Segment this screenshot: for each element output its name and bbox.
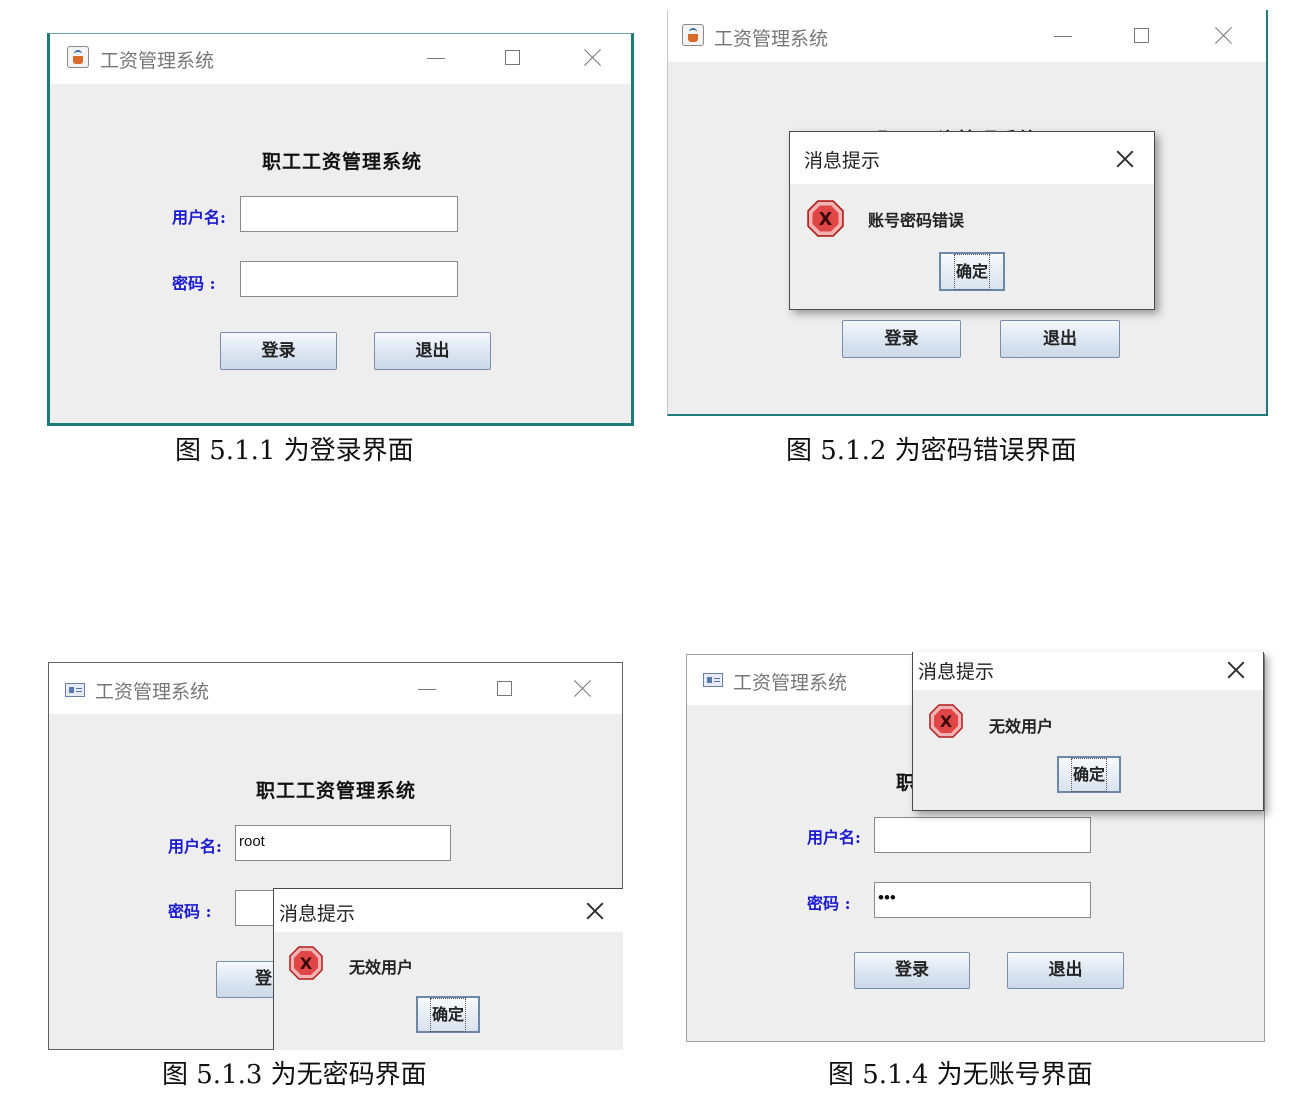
dialog-title-bar: 消息提示 — [790, 132, 1154, 184]
dialog-title-bar: 消息提示 — [913, 652, 1263, 690]
title-bar: 工资管理系统 — [668, 10, 1266, 62]
dialog-title: 消息提示 — [279, 903, 356, 925]
login-button[interactable]: 登录 — [220, 332, 337, 370]
username-label: 用户名: — [172, 208, 226, 227]
maximize-icon[interactable] — [493, 677, 517, 701]
username-label: 用户名: — [807, 828, 861, 847]
dialog-close-icon[interactable] — [1114, 148, 1136, 170]
app-icon — [703, 673, 723, 687]
svg-text:X: X — [300, 954, 313, 973]
maximize-icon[interactable] — [1130, 24, 1154, 48]
username-label: 用户名: — [168, 837, 222, 856]
dialog-title: 消息提示 — [918, 661, 995, 683]
window-title: 工资管理系统 — [95, 681, 210, 703]
exit-button[interactable]: 退出 — [1007, 952, 1124, 989]
caption-2: 图 5.1.2 为密码错误界面 — [786, 436, 1077, 466]
app-icon — [65, 683, 85, 697]
caption-1: 图 5.1.1 为登录界面 — [175, 436, 414, 466]
error-dialog-2: 消息提示 X 账号密码错误 确定 — [789, 131, 1155, 310]
username-field[interactable]: root — [235, 825, 451, 861]
dialog-message: 无效用户 — [989, 717, 1054, 736]
dialog-title: 消息提示 — [804, 150, 881, 172]
window-title: 工资管理系统 — [714, 28, 829, 50]
dialog-message: 无效用户 — [349, 958, 414, 977]
password-label: 密码 : — [172, 274, 216, 293]
username-field[interactable] — [874, 817, 1091, 853]
maximize-icon[interactable] — [501, 46, 525, 70]
caption-3: 图 5.1.3 为无密码界面 — [162, 1060, 427, 1090]
ok-button-label: 确定 — [1070, 758, 1107, 792]
error-dialog-3: 消息提示 X 无效用户 确定 — [273, 888, 623, 1050]
system-heading: 职工工资管理系统 — [262, 151, 423, 173]
password-field[interactable]: ••• — [874, 882, 1091, 918]
system-heading: 职工工资管理系统 — [256, 780, 417, 802]
ok-button[interactable]: 确定 — [416, 996, 480, 1033]
password-label: 密码 : — [168, 902, 212, 921]
close-icon[interactable] — [580, 46, 604, 70]
close-icon[interactable] — [570, 677, 594, 701]
exit-button[interactable]: 退出 — [374, 332, 491, 370]
username-field[interactable] — [240, 196, 458, 232]
dialog-message: 账号密码错误 — [868, 211, 965, 230]
ok-button-label: 确定 — [429, 998, 466, 1032]
minimize-icon[interactable] — [1051, 24, 1075, 48]
window-title: 工资管理系统 — [733, 672, 848, 694]
error-icon: X — [807, 200, 844, 237]
error-icon: X — [289, 946, 323, 980]
password-field[interactable] — [240, 261, 458, 297]
title-bar: 工资管理系统 — [50, 34, 631, 84]
dialog-close-icon[interactable] — [1225, 659, 1247, 681]
close-icon[interactable] — [1211, 24, 1235, 48]
login-button[interactable]: 登录 — [842, 320, 961, 358]
java-app-icon — [682, 24, 704, 46]
title-bar: 工资管理系统 — [49, 663, 622, 714]
ok-button-label: 确定 — [953, 254, 990, 290]
svg-text:X: X — [819, 210, 833, 230]
java-app-icon — [67, 46, 89, 68]
password-label: 密码 : — [807, 894, 851, 913]
error-dialog-4: 消息提示 X 无效用户 确定 — [912, 652, 1264, 811]
window-title: 工资管理系统 — [100, 50, 215, 72]
ok-button[interactable]: 确定 — [1057, 756, 1121, 793]
ok-button[interactable]: 确定 — [939, 252, 1005, 291]
dialog-close-icon[interactable] — [584, 900, 606, 922]
dialog-title-bar: 消息提示 — [274, 889, 623, 932]
minimize-icon[interactable] — [415, 677, 439, 701]
svg-text:X: X — [940, 712, 953, 731]
error-icon: X — [929, 704, 963, 738]
login-button[interactable]: 登录 — [854, 952, 970, 989]
minimize-icon[interactable] — [424, 46, 448, 70]
exit-button[interactable]: 退出 — [1000, 320, 1120, 358]
caption-4: 图 5.1.4 为无账号界面 — [828, 1060, 1093, 1090]
login-window-1: 工资管理系统 职工工资管理系统 用户名: 密码 : 登录 退出 — [47, 33, 634, 426]
